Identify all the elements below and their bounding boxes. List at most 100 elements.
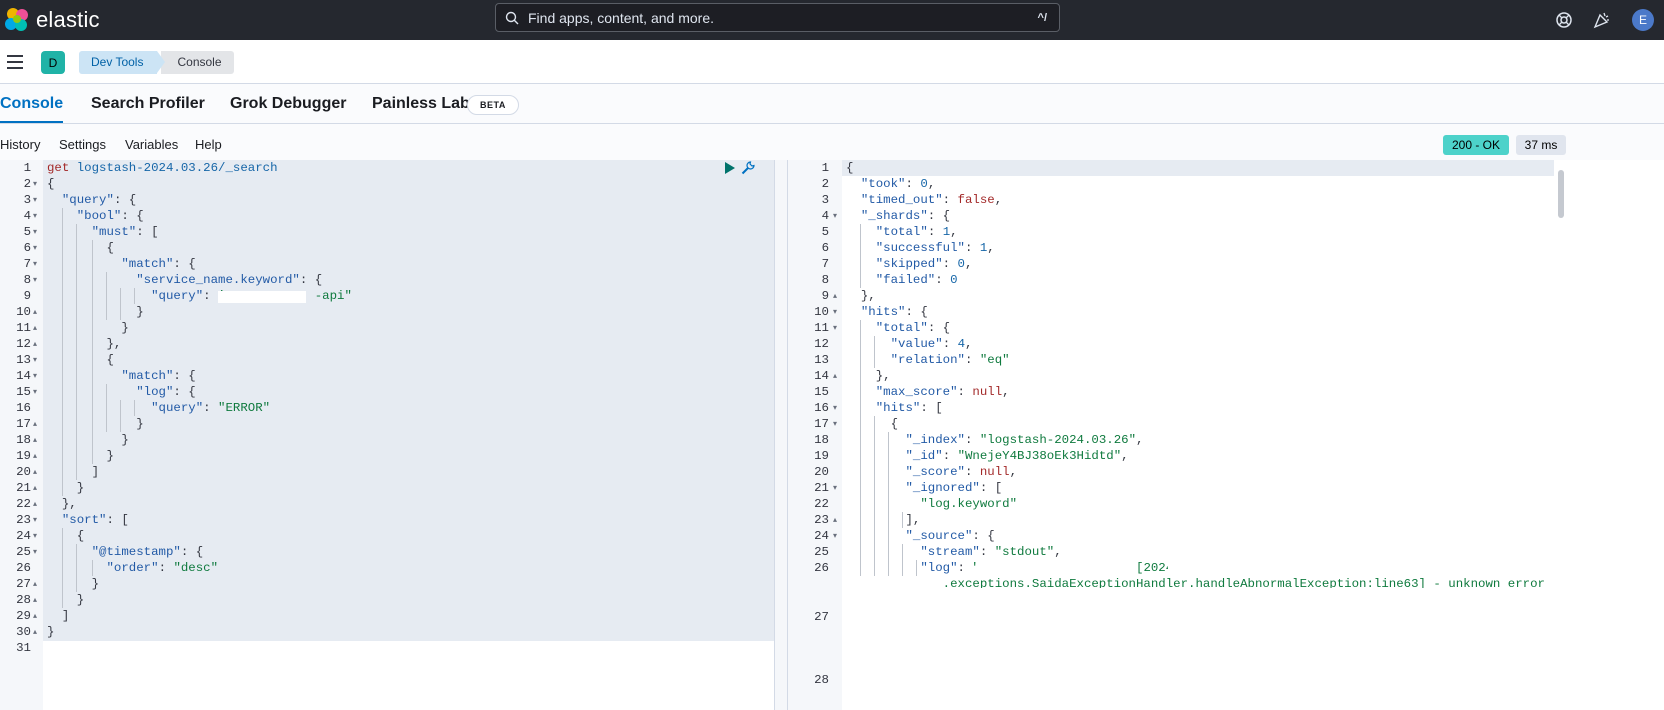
fold-expand-icon[interactable]: ▾ (33, 192, 37, 208)
history-button[interactable]: History (0, 137, 40, 152)
fold-collapse-icon[interactable]: ▴ (33, 592, 37, 608)
fold-collapse-icon[interactable]: ▴ (833, 512, 837, 528)
code-token: "match" (121, 369, 174, 383)
request-editor[interactable]: 1 get logstash-2024.03.26/_search 2 {3 "que… (0, 160, 774, 710)
search-shortcut: ^/ (1037, 11, 1047, 24)
fold-expand-icon[interactable]: ▾ (833, 528, 837, 544)
tab-grok-debugger[interactable]: Grok Debugger (230, 95, 346, 123)
breadcrumb-dev-tools[interactable]: Dev Tools (79, 51, 167, 74)
fold-collapse-icon[interactable]: ▴ (33, 608, 37, 624)
code-line: ], (846, 512, 920, 528)
code-token: "query" (151, 401, 204, 415)
fold-expand-icon[interactable]: ▾ (33, 176, 37, 192)
news-feed-icon[interactable] (1592, 10, 1612, 30)
code-line: } (47, 576, 99, 592)
tab-search-profiler[interactable]: Search Profiler (91, 95, 205, 123)
code-token: : (203, 289, 219, 303)
line-number: 2 (23, 177, 31, 191)
redacted-area (976, 560, 1111, 574)
code-token: "log.keyword" (920, 497, 1018, 511)
fold-expand-icon[interactable]: ▾ (833, 416, 837, 432)
fold-expand-icon[interactable]: ▾ (33, 224, 37, 240)
space-avatar[interactable]: D (41, 51, 65, 74)
code-token: { (47, 529, 85, 543)
fold-expand-icon[interactable]: ▾ (833, 400, 837, 416)
code-line: "total": 1, (846, 224, 958, 240)
indent-guide (62, 208, 63, 496)
fold-expand-icon[interactable]: ▾ (33, 544, 37, 560)
fold-expand-icon[interactable]: ▾ (833, 208, 837, 224)
fold-collapse-icon[interactable]: ▴ (33, 624, 37, 640)
elastic-logo-icon (5, 8, 28, 31)
code-token: "failed" (875, 273, 936, 287)
line-number: 3 (23, 193, 31, 207)
fold-collapse-icon[interactable]: ▴ (33, 432, 37, 448)
console-menu: History Settings Variables Help (0, 124, 1664, 160)
menu-toggle-icon[interactable] (7, 55, 23, 69)
line-number: 2 (821, 177, 829, 191)
code-line: "total": { (846, 320, 950, 336)
code-token: : { (927, 209, 951, 223)
code-token: , (965, 337, 973, 351)
code-token: 0 (920, 177, 928, 191)
user-avatar[interactable]: E (1632, 9, 1654, 31)
line-number: 16 (814, 401, 829, 415)
fold-expand-icon[interactable]: ▾ (33, 512, 37, 528)
settings-button[interactable]: Settings (59, 137, 106, 152)
code-token: "total" (875, 321, 928, 335)
response-scrollbar[interactable] (1558, 170, 1564, 218)
fold-expand-icon[interactable]: ▾ (833, 480, 837, 496)
fold-expand-icon[interactable]: ▾ (33, 384, 37, 400)
fold-expand-icon[interactable]: ▾ (33, 240, 37, 256)
code-token: } (47, 321, 129, 335)
code-token: }, (846, 289, 876, 303)
code-line: "value": 4, (846, 336, 973, 352)
fold-collapse-icon[interactable]: ▴ (33, 336, 37, 352)
fold-collapse-icon[interactable]: ▴ (33, 496, 37, 512)
fold-collapse-icon[interactable]: ▴ (33, 576, 37, 592)
fold-collapse-icon[interactable]: ▴ (33, 464, 37, 480)
fold-expand-icon[interactable]: ▾ (33, 528, 37, 544)
help-button[interactable]: Help (195, 137, 222, 152)
fold-collapse-icon[interactable]: ▴ (33, 416, 37, 432)
fold-expand-icon[interactable]: ▾ (33, 368, 37, 384)
fold-collapse-icon[interactable]: ▴ (33, 448, 37, 464)
fold-expand-icon[interactable]: ▾ (33, 352, 37, 368)
line-number: 12 (16, 337, 31, 351)
fold-expand-icon[interactable]: ▾ (33, 256, 37, 272)
fold-collapse-icon[interactable]: ▴ (33, 480, 37, 496)
line-number: 7 (821, 257, 829, 271)
editor-resize-handle[interactable] (774, 160, 788, 710)
fold-collapse-icon[interactable]: ▴ (33, 320, 37, 336)
code-token: : (965, 465, 980, 479)
code-token: logstash-2024.03.26/_search (69, 161, 278, 175)
indent-guide (76, 544, 77, 592)
global-search[interactable]: Find apps, content, and more. ^/ (495, 3, 1060, 32)
fold-collapse-icon[interactable]: ▴ (833, 288, 837, 304)
fold-expand-icon[interactable]: ▾ (33, 208, 37, 224)
send-request-icon[interactable] (724, 161, 736, 175)
search-input[interactable]: Find apps, content, and more. (528, 10, 1038, 26)
tab-console[interactable]: Console (0, 95, 64, 123)
code-token: "_source" (905, 529, 973, 543)
help-icon[interactable] (1554, 10, 1574, 30)
request-options-icon[interactable] (740, 160, 756, 176)
code-token: "_shards" (860, 209, 928, 223)
tab-painless-lab[interactable]: Painless Lab (372, 95, 470, 123)
fold-collapse-icon[interactable]: ▴ (833, 368, 837, 384)
fold-expand-icon[interactable]: ▾ (833, 320, 837, 336)
variables-button[interactable]: Variables (125, 137, 178, 152)
fold-expand-icon[interactable]: ▾ (833, 304, 837, 320)
line-number: 10 (16, 305, 31, 319)
code-token: : [ (979, 481, 1003, 495)
fold-collapse-icon[interactable]: ▴ (33, 304, 37, 320)
fold-expand-icon[interactable]: ▾ (33, 272, 37, 288)
code-line: { (846, 416, 898, 432)
indent-guide (888, 432, 889, 576)
elastic-logo[interactable]: elastic (4, 4, 124, 36)
indent-guide (106, 384, 107, 432)
code-token: "value" (890, 337, 943, 351)
code-line: "_source": { (846, 528, 995, 544)
